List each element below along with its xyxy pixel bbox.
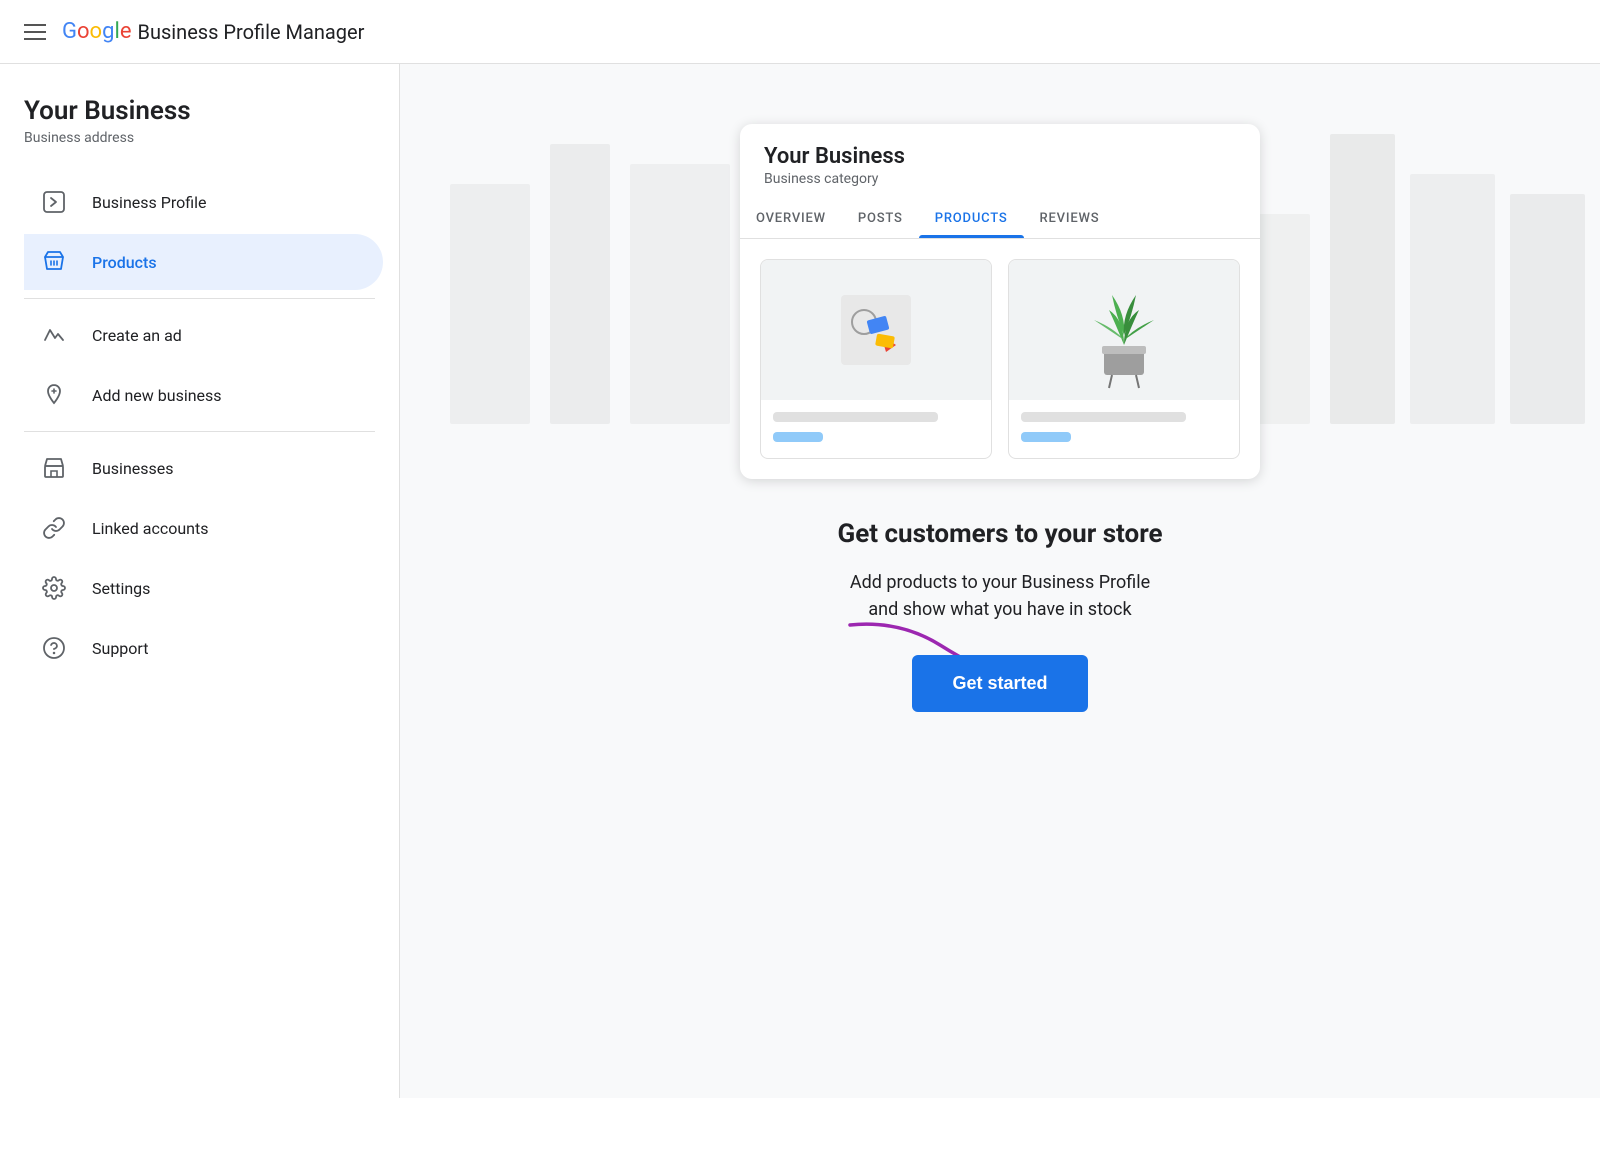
- arrow-right-square-icon: [40, 188, 68, 216]
- product-name-placeholder-2: [1021, 412, 1186, 422]
- sidebar-item-business-profile[interactable]: Business Profile: [24, 174, 383, 230]
- arrow-container: Get started: [740, 655, 1260, 712]
- tab-overview[interactable]: OVERVIEW: [740, 199, 842, 238]
- app-logo: Google Business Profile Manager: [62, 19, 364, 44]
- tab-products[interactable]: PRODUCTS: [919, 199, 1024, 238]
- card-business-name: Your Business: [764, 144, 1236, 169]
- hamburger-menu[interactable]: [24, 24, 46, 40]
- tab-posts[interactable]: POSTS: [842, 199, 919, 238]
- sidebar-label-business-profile: Business Profile: [92, 193, 206, 212]
- sidebar-label-support: Support: [92, 639, 148, 658]
- sidebar-item-add-business[interactable]: Add new business: [24, 367, 383, 423]
- product-image-1: [761, 260, 991, 400]
- link-icon: [40, 514, 68, 542]
- sidebar-item-linked-accounts[interactable]: Linked accounts: [24, 500, 383, 556]
- products-grid: [740, 239, 1260, 479]
- help-circle-icon: [40, 634, 68, 662]
- sidebar-item-settings[interactable]: Settings: [24, 560, 383, 616]
- sidebar-divider-1: [24, 298, 375, 299]
- sidebar-item-support[interactable]: Support: [24, 620, 383, 676]
- sidebar-label-settings: Settings: [92, 579, 150, 598]
- business-preview-card: Your Business Business category OVERVIEW…: [740, 124, 1260, 479]
- sidebar-item-create-ad[interactable]: Create an ad: [24, 307, 383, 363]
- sidebar-label-products: Products: [92, 253, 157, 272]
- basket-icon: [40, 248, 68, 276]
- cta-section: Get customers to your store Add products…: [740, 519, 1260, 720]
- product-info-1: [761, 400, 991, 422]
- google-wordmark: Google: [62, 19, 131, 44]
- card-header: Your Business Business category: [740, 124, 1260, 187]
- card-business-category: Business category: [764, 171, 1236, 187]
- tab-reviews[interactable]: REVIEWS: [1024, 199, 1116, 238]
- product-card-2: [1008, 259, 1240, 459]
- product-action-btn-2: [1021, 432, 1071, 442]
- get-started-button[interactable]: Get started: [912, 655, 1087, 712]
- add-location-icon: [40, 381, 68, 409]
- gear-icon: [40, 574, 68, 602]
- product-name-placeholder-1: [773, 412, 938, 422]
- sidebar-label-add-business: Add new business: [92, 386, 222, 405]
- sidebar-divider-2: [24, 431, 375, 432]
- card-tabs: OVERVIEW POSTS PRODUCTS REVIEWS: [740, 199, 1260, 239]
- sidebar-label-linked-accounts: Linked accounts: [92, 519, 209, 538]
- ads-icon: [40, 321, 68, 349]
- main-layout: Your Business Business address Business …: [0, 64, 1600, 1098]
- app-title: Business Profile Manager: [137, 20, 364, 44]
- product-action-btn-1: [773, 432, 823, 442]
- sidebar-label-create-ad: Create an ad: [92, 326, 182, 345]
- main-content: Your Business Business category OVERVIEW…: [400, 64, 1600, 1098]
- sidebar-business-address: Business address: [24, 130, 399, 146]
- sidebar-item-businesses[interactable]: Businesses: [24, 440, 383, 496]
- app-header: Google Business Profile Manager: [0, 0, 1600, 64]
- sidebar-business-name: Your Business: [24, 96, 399, 126]
- cta-title: Get customers to your store: [740, 519, 1260, 549]
- sidebar-item-products[interactable]: Products: [24, 234, 383, 290]
- storefront-icon: [40, 454, 68, 482]
- product-info-2: [1009, 400, 1239, 422]
- product-image-2: [1009, 260, 1239, 400]
- sidebar-label-businesses: Businesses: [92, 459, 174, 478]
- sidebar: Your Business Business address Business …: [0, 64, 400, 1098]
- product-card-1: [760, 259, 992, 459]
